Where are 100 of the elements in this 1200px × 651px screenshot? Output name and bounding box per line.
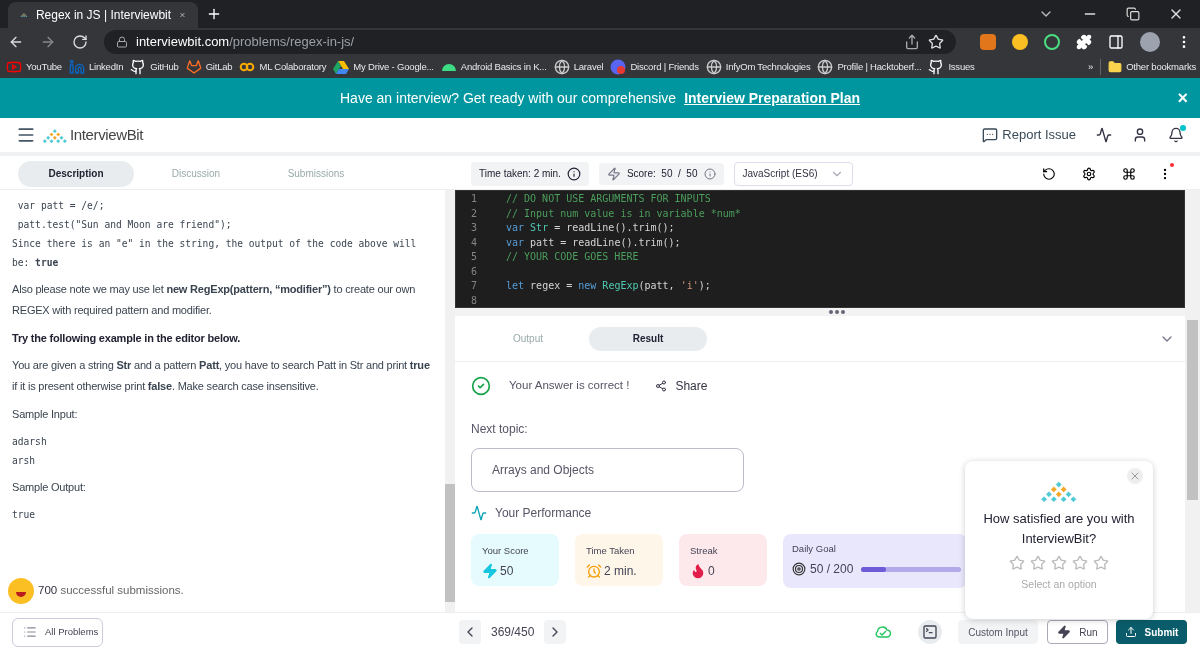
code-line: Since there is an "e" in the string, the output of the code above will be: true <box>12 237 418 270</box>
user-icon[interactable] <box>1132 127 1148 143</box>
bookmark-item[interactable]: GitLab <box>185 59 233 75</box>
scrollbar[interactable] <box>445 190 455 612</box>
globe-icon <box>817 59 834 75</box>
terminal-button[interactable] <box>918 620 942 644</box>
star-icon[interactable] <box>1072 555 1088 572</box>
stat-value: 2 min. <box>604 563 637 581</box>
bookmark-item[interactable]: YouTube <box>6 59 62 75</box>
bookmark-item[interactable]: Laravel <box>553 59 604 75</box>
custom-input-button[interactable]: Custom Input <box>958 620 1038 644</box>
notification-bell-icon[interactable] <box>1168 127 1184 143</box>
scrollbar[interactable] <box>1187 320 1198 500</box>
info-icon[interactable] <box>566 166 581 181</box>
line-number: 1 <box>470 193 478 206</box>
bookmark-star-icon[interactable] <box>928 34 944 50</box>
browser-tab[interactable]: Regex in JS | Interviewbit <box>8 2 198 28</box>
flame-icon <box>690 563 706 580</box>
extensions-icon[interactable] <box>1076 34 1092 50</box>
settings-icon[interactable] <box>1082 166 1096 181</box>
code-editor[interactable] <box>455 190 1185 308</box>
submit-button[interactable]: Submit <box>1116 620 1187 644</box>
score-badge: Score: 50 / 50 <box>598 162 724 185</box>
description-paragraph: Sample Input: <box>12 407 79 422</box>
menu-icon[interactable] <box>16 125 36 145</box>
reset-icon[interactable] <box>1042 166 1056 181</box>
star-icon[interactable] <box>1093 555 1109 572</box>
share-icon <box>655 380 668 392</box>
star-rating[interactable] <box>1009 555 1109 572</box>
run-button[interactable]: Run <box>1047 620 1108 644</box>
star-icon[interactable] <box>1009 555 1025 572</box>
lightning-icon <box>1057 625 1072 639</box>
resize-handle[interactable] <box>829 310 845 314</box>
message-icon <box>982 127 999 143</box>
more-bookmarks-button[interactable]: » <box>1088 59 1094 75</box>
description-heading: Try the following example in the editor below. <box>12 331 242 346</box>
profile-avatar[interactable] <box>1140 32 1160 52</box>
ring-extension-icon[interactable] <box>1044 34 1060 50</box>
activity-icon[interactable] <box>1096 127 1112 143</box>
bookmark-item[interactable]: ML Colaboratory <box>239 59 327 75</box>
report-issue-button[interactable]: Report Issue <box>982 125 1076 145</box>
address-bar[interactable]: interviewbit.com/problems/regex-in-js/ <box>104 30 956 54</box>
share-button[interactable]: Share <box>655 377 708 395</box>
next-topic-label: Next topic: <box>471 421 529 438</box>
bookmark-item[interactable]: Profile | Hacktoberf... <box>817 59 922 75</box>
result-tab[interactable]: Result <box>589 326 707 351</box>
restore-icon[interactable] <box>1126 7 1140 21</box>
folder-icon <box>1108 60 1123 74</box>
submissions-count: 700 successful submissions. <box>38 583 184 599</box>
code-line: var patt = readLine().trim(); <box>506 236 681 249</box>
line-number: 5 <box>470 251 478 264</box>
terminal-icon <box>922 624 938 640</box>
lightning-icon <box>606 166 621 181</box>
bookmark-item[interactable]: Android Basics in K... <box>440 59 547 75</box>
logo-text[interactable]: InterviewBit <box>70 123 144 147</box>
language-dropdown[interactable]: JavaScript (ES6) <box>733 161 853 186</box>
bookmark-item[interactable]: Other bookmarks <box>1108 59 1196 75</box>
rating-question: How satisfied are you with InterviewBit? <box>982 510 1136 549</box>
bookmark-item[interactable]: GitHub <box>130 59 179 75</box>
drive-icon <box>333 59 350 75</box>
rating-hint: Select an option <box>1021 577 1097 593</box>
panel-tab[interactable]: Description <box>18 160 134 187</box>
forward-icon[interactable] <box>40 34 56 50</box>
shortcuts-icon[interactable] <box>1122 166 1136 181</box>
reload-icon[interactable] <box>72 34 88 50</box>
line-number: 7 <box>470 280 478 293</box>
interview-plan-link[interactable]: Interview Preparation Plan <box>684 87 860 109</box>
share-icon[interactable] <box>904 34 920 50</box>
description-paragraph: You are given a string Str and a pattern Patt, you have to search Patt in Str and print true if it is present otherwise print false. Make search case insensitive. <box>12 358 431 394</box>
all-problems-button[interactable]: All Problems <box>12 617 103 647</box>
upload-icon <box>1124 626 1137 638</box>
star-icon[interactable] <box>1051 555 1067 572</box>
popup-close-button[interactable] <box>1127 468 1143 484</box>
code-line: arsh <box>12 454 37 468</box>
banner-close-button[interactable]: × <box>1177 84 1188 112</box>
next-button[interactable] <box>544 620 567 644</box>
result-message: Your Answer is correct ! <box>509 378 630 394</box>
bookmark-item[interactable]: Discord | Friends <box>610 59 699 75</box>
bookmark-item[interactable]: InfyOm Technologies <box>705 59 811 75</box>
bookmark-item[interactable]: My Drive - Google... <box>333 59 434 75</box>
next-topic-button[interactable]: Arrays and Objects <box>471 448 744 492</box>
description-paragraph: Also please note we may use let new RegExp(pattern, “modifier”) to create our own REGEX with required pattern and modifier. <box>12 282 417 318</box>
bookmark-item[interactable]: Issues <box>928 59 975 75</box>
bookmark-item[interactable]: LinkedIn <box>68 59 124 75</box>
back-icon[interactable] <box>8 34 24 50</box>
description-paragraph: Sample Output: <box>12 480 87 495</box>
line-number: 8 <box>470 294 478 307</box>
stat-value: 50 / 200 <box>810 561 854 579</box>
banner-text: Have an interview? Get ready with our comprehensive <box>340 88 677 108</box>
stat-label: Time Taken <box>586 544 636 558</box>
side-panel-icon[interactable] <box>1108 34 1124 50</box>
target-icon <box>792 562 806 577</box>
linkedin-icon <box>68 59 85 75</box>
stat-value: 50 <box>500 563 514 581</box>
line-number: 2 <box>470 207 478 220</box>
performance-icon <box>471 505 487 521</box>
star-icon[interactable] <box>1030 555 1046 572</box>
cloud-check-icon[interactable] <box>874 625 892 639</box>
new-tab-icon[interactable] <box>206 6 222 22</box>
time-taken-badge: Time taken: 2 min. <box>471 161 589 186</box>
